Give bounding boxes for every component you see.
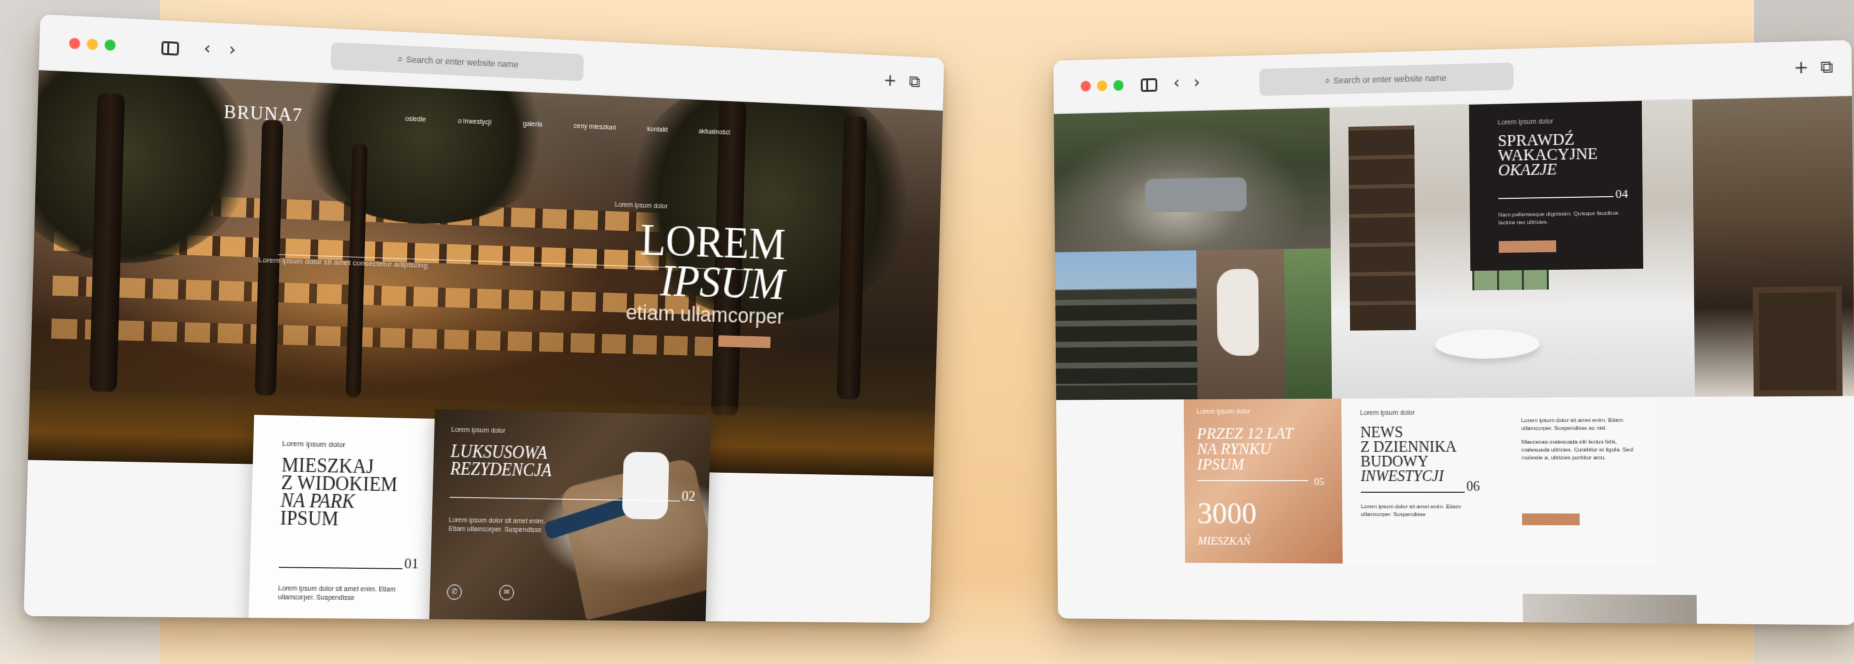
tabs-overview-icon[interactable]: ⧉ <box>1816 56 1838 78</box>
nav-item[interactable]: kontakt <box>647 126 668 134</box>
contact-icons: ✆ ✉ <box>447 584 515 600</box>
news-paragraph: Maecenas malesuada elit lectus felis, ma… <box>1521 439 1637 463</box>
url-placeholder: Search or enter website name <box>1333 73 1446 85</box>
nav-item[interactable]: aktualności <box>698 128 730 136</box>
card-title: NEWS Z DZIENNIKA BUDOWY INWESTYCJI <box>1360 425 1502 484</box>
page-viewport-left: BRUNA7 osiedle o inwestycji galeria ceny… <box>24 70 943 623</box>
card-divider <box>1361 492 1465 493</box>
card-title: LUKSUSOWA REZYDENCJA <box>450 442 590 479</box>
back-icon[interactable]: ‹ <box>196 38 218 61</box>
card-kicker: Lorem ipsum dolor <box>1197 409 1251 416</box>
sculpture <box>1217 269 1259 356</box>
minimize-window-button[interactable] <box>87 38 98 49</box>
promo-card-offers[interactable]: Lorem ipsum dolor SPRAWDŹ WAKACYJNE OKAZ… <box>1469 101 1643 271</box>
card-number: 02 <box>681 489 695 505</box>
card-kicker: Lorem ipsum dolor <box>1360 410 1415 417</box>
card-title-line: INWESTYCJI <box>1361 469 1503 484</box>
card-body: Lorem ipsum dolor sit amet enim. Etiam u… <box>278 585 421 604</box>
card-title-line: BUDOWY <box>1361 455 1503 470</box>
stat-label: MIESZKAŃ <box>1198 534 1251 549</box>
back-icon[interactable]: ‹ <box>1166 73 1186 95</box>
building-balconies <box>1055 298 1197 385</box>
feature-card-park[interactable]: Lorem ipsum dolor MIESZKAJ Z WIDOKIEM NA… <box>248 415 434 623</box>
search-icon: ⌕ <box>398 54 403 64</box>
hero-subtitle: etiam ullamcorper <box>575 299 784 330</box>
window-controls <box>1081 80 1124 92</box>
news-cta-button[interactable] <box>1522 513 1580 525</box>
phone-icon[interactable]: ✆ <box>447 584 462 600</box>
feature-card-residence[interactable]: Lorem ipsum dolor LUKSUSOWA REZYDENCJA 0… <box>429 409 711 623</box>
card-title-line: IPSUM <box>1197 457 1318 473</box>
card-body: Lorem ipsum dolor sit amet enim. Etiam u… <box>448 516 560 535</box>
hero-kicker: Lorem ipsum dolor <box>615 202 668 211</box>
card-number: 04 <box>1615 186 1628 202</box>
maximize-window-button[interactable] <box>1113 80 1123 91</box>
card-kicker: Lorem ipsum dolor <box>282 439 345 449</box>
browser-window-left: ‹ › ⌕ Search or enter website name + ⧉ BR… <box>24 14 945 623</box>
nav-item[interactable]: o inwestycji <box>458 118 492 126</box>
tabs-overview-icon[interactable]: ⧉ <box>905 71 925 93</box>
minimize-window-button[interactable] <box>1097 80 1107 91</box>
hero-cta-button[interactable] <box>718 335 770 348</box>
card-body: Nam pellentesque dignissim. Quisque fauc… <box>1498 210 1623 228</box>
browser-window-right: ‹ › ⌕ Search or enter website name + ⧉ Lo… <box>1053 40 1854 625</box>
url-bar[interactable]: ⌕ Search or enter website name <box>1259 63 1513 96</box>
sofa <box>1145 177 1246 212</box>
card-divider <box>279 567 403 569</box>
nav-item[interactable]: ceny mieszkań <box>574 123 617 132</box>
person-shirt <box>622 452 669 520</box>
card-divider <box>1197 480 1308 481</box>
dark-interior-photo <box>1692 96 1854 397</box>
nav-item[interactable]: galeria <box>523 121 543 129</box>
round-table <box>1435 329 1540 359</box>
new-tab-icon[interactable]: + <box>880 70 900 92</box>
doorway <box>1753 286 1843 396</box>
terrace-photo <box>1054 108 1331 252</box>
sculpture-photo <box>1196 249 1285 399</box>
url-placeholder: Search or enter website name <box>406 55 519 70</box>
card-title: MIESZKAJ Z WIDOKIEM NA PARK IPSUM <box>280 457 424 530</box>
card-kicker: Lorem ipsum dolor <box>1498 119 1554 127</box>
card-title-line: REZYDENCJA <box>450 460 590 480</box>
card-title: PRZEZ 12 LAT NA RYNKU IPSUM <box>1197 426 1318 473</box>
page-viewport-right: Lorem ipsum dolor SPRAWDŹ WAKACYJNE OKAZ… <box>1054 96 1854 625</box>
bottom-photo-strip <box>1523 594 1697 625</box>
maximize-window-button[interactable] <box>105 39 116 50</box>
news-card[interactable]: Lorem ipsum dolor NEWS Z DZIENNIKA BUDOW… <box>1341 397 1657 565</box>
card-number: 06 <box>1466 480 1479 496</box>
hero-title: LOREM IPSUM <box>576 218 787 305</box>
sidebar-toggle-icon[interactable] <box>1141 78 1158 92</box>
card-kicker: Lorem ipsum dolor <box>451 427 505 435</box>
card-title-line: Z DZIENNIKA <box>1360 440 1502 455</box>
site-logo[interactable]: BRUNA7 <box>223 102 302 127</box>
card-number: 01 <box>404 557 419 574</box>
stat-value: 3000 <box>1197 495 1256 531</box>
window-controls <box>69 38 116 51</box>
bookshelf <box>1348 125 1416 330</box>
card-title: SPRAWDŹ WAKACYJNE OKAZJE <box>1498 131 1633 178</box>
card-number: 05 <box>1314 476 1324 488</box>
forward-icon[interactable]: › <box>221 39 243 62</box>
close-window-button[interactable] <box>69 38 80 49</box>
search-icon: ⌕ <box>1325 76 1330 86</box>
card-title-line: NEWS <box>1360 425 1502 440</box>
close-window-button[interactable] <box>1081 81 1091 92</box>
news-paragraph: Lorem ipsum dolor sit amet enim. Etiam u… <box>1521 417 1637 433</box>
building-photo <box>1055 250 1198 400</box>
card-divider <box>1498 196 1613 199</box>
card-body: Lorem ipsum dolor sit amet enim. Etiam u… <box>1361 503 1494 519</box>
message-icon[interactable]: ✉ <box>499 585 514 601</box>
new-tab-icon[interactable]: + <box>1790 57 1812 79</box>
sidebar-toggle-icon[interactable] <box>161 41 179 56</box>
forward-icon[interactable]: › <box>1187 72 1207 94</box>
promo-cta-button[interactable] <box>1499 240 1557 253</box>
news-article-text: Lorem ipsum dolor sit amet enim. Etiam u… <box>1521 417 1637 468</box>
url-bar[interactable]: ⌕ Search or enter website name <box>331 42 584 81</box>
nav-item[interactable]: osiedle <box>405 116 426 124</box>
stats-card[interactable]: Lorem ipsum dolor PRZEZ 12 LAT NA RYNKU … <box>1184 399 1343 564</box>
